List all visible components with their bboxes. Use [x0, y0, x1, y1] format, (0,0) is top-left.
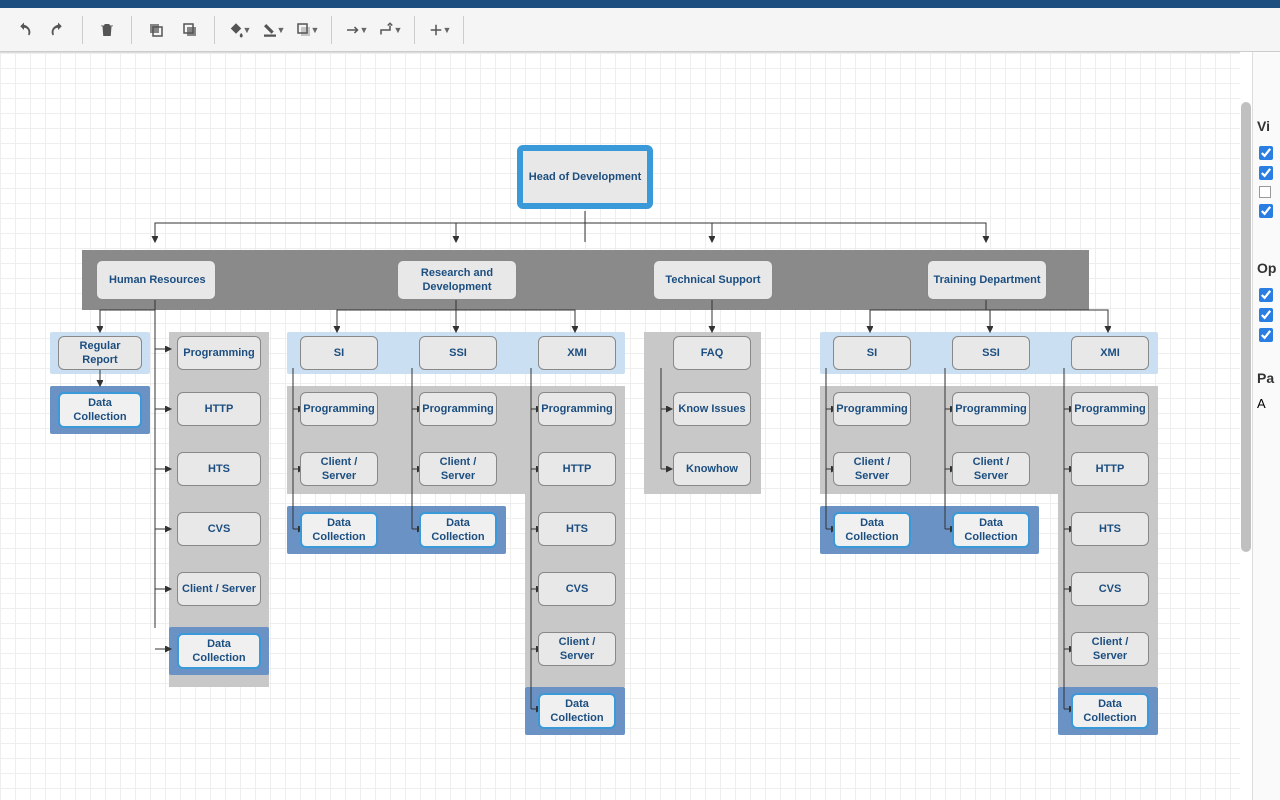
node-dept-ts[interactable]: Technical Support	[653, 260, 773, 300]
node-ts-faq[interactable]: FAQ	[673, 336, 751, 370]
node-ts-knowhow[interactable]: Knowhow	[673, 452, 751, 486]
node-td-ssi-prog[interactable]: Programming	[952, 392, 1030, 426]
redo-icon	[49, 21, 67, 39]
toolbar: ▼ ▼ ▼ ▼ ▼ ▼	[0, 8, 1280, 52]
shadow-button[interactable]: ▼	[291, 14, 323, 46]
node-rd-xmi-dc[interactable]: Data Collection	[538, 693, 616, 729]
front-icon	[147, 21, 165, 39]
panel-cb-2[interactable]	[1259, 166, 1273, 180]
node-td-si-dc[interactable]: Data Collection	[833, 512, 911, 548]
panel-cb-1[interactable]	[1259, 146, 1273, 160]
redo-button[interactable]	[42, 14, 74, 46]
node-rd-si-cs[interactable]: Client / Server	[300, 452, 378, 486]
panel-cb-6[interactable]	[1259, 308, 1273, 322]
node-td-si-cs[interactable]: Client / Server	[833, 452, 911, 486]
node-rd-si[interactable]: SI	[300, 336, 378, 370]
delete-button[interactable]	[91, 14, 123, 46]
arrow-end-button[interactable]: ▼	[340, 14, 372, 46]
connector-button[interactable]: ▼	[374, 14, 406, 46]
panel-cb-5[interactable]	[1259, 288, 1273, 302]
node-dept-hr[interactable]: Human Resources	[96, 260, 216, 300]
node-rd-xmi-hts[interactable]: HTS	[538, 512, 616, 546]
node-hr-http[interactable]: HTTP	[177, 392, 261, 426]
node-hr-cs[interactable]: Client / Server	[177, 572, 261, 606]
node-rd-xmi-prog[interactable]: Programming	[538, 392, 616, 426]
scrollbar-vertical[interactable]	[1240, 52, 1252, 780]
node-td-si[interactable]: SI	[833, 336, 911, 370]
fill-button[interactable]: ▼	[223, 14, 255, 46]
node-rd-ssi-dc[interactable]: Data Collection	[419, 512, 497, 548]
node-hr-report[interactable]: Regular Report	[58, 336, 142, 370]
node-rd-ssi[interactable]: SSI	[419, 336, 497, 370]
panel-section-page: Pa	[1253, 364, 1280, 392]
node-hr-cvs[interactable]: CVS	[177, 512, 261, 546]
node-dept-td[interactable]: Training Department	[927, 260, 1047, 300]
panel-section-options: Op	[1253, 254, 1280, 282]
node-rd-xmi[interactable]: XMI	[538, 336, 616, 370]
node-td-xmi-cs[interactable]: Client / Server	[1071, 632, 1149, 666]
node-td-xmi-hts[interactable]: HTS	[1071, 512, 1149, 546]
canvas[interactable]: Head of Development Human Resources Rese…	[0, 52, 1240, 800]
node-hr-hts[interactable]: HTS	[177, 452, 261, 486]
panel-pagesize[interactable]: A	[1253, 392, 1280, 415]
node-td-si-prog[interactable]: Programming	[833, 392, 911, 426]
trash-icon	[98, 21, 116, 39]
node-hr-prog[interactable]: Programming	[177, 336, 261, 370]
back-icon	[181, 21, 199, 39]
node-td-xmi-http[interactable]: HTTP	[1071, 452, 1149, 486]
right-panel: Vi Op Pa A	[1252, 52, 1280, 800]
node-td-ssi-cs[interactable]: Client / Server	[952, 452, 1030, 486]
panel-cb-3[interactable]	[1259, 186, 1271, 198]
scroll-thumb[interactable]	[1241, 102, 1251, 552]
panel-cb-4[interactable]	[1259, 204, 1273, 218]
diagram: Head of Development Human Resources Rese…	[0, 53, 1240, 800]
node-td-xmi-dc[interactable]: Data Collection	[1071, 693, 1149, 729]
panel-cb-7[interactable]	[1259, 328, 1273, 342]
node-rd-xmi-cvs[interactable]: CVS	[538, 572, 616, 606]
app-topbar	[0, 0, 1280, 8]
node-td-xmi-prog[interactable]: Programming	[1071, 392, 1149, 426]
node-td-xmi[interactable]: XMI	[1071, 336, 1149, 370]
node-hr-dc[interactable]: Data Collection	[58, 392, 142, 428]
node-rd-si-dc[interactable]: Data Collection	[300, 512, 378, 548]
undo-icon	[15, 21, 33, 39]
node-td-ssi[interactable]: SSI	[952, 336, 1030, 370]
node-ts-issues[interactable]: Know Issues	[673, 392, 751, 426]
bring-front-button[interactable]	[140, 14, 172, 46]
node-rd-xmi-http[interactable]: HTTP	[538, 452, 616, 486]
send-back-button[interactable]	[174, 14, 206, 46]
add-button[interactable]: ▼	[423, 14, 455, 46]
panel-section-view: Vi	[1253, 112, 1280, 140]
node-td-ssi-dc[interactable]: Data Collection	[952, 512, 1030, 548]
node-hr-dc2[interactable]: Data Collection	[177, 633, 261, 669]
node-rd-si-prog[interactable]: Programming	[300, 392, 378, 426]
node-rd-xmi-cs[interactable]: Client / Server	[538, 632, 616, 666]
undo-button[interactable]	[8, 14, 40, 46]
line-button[interactable]: ▼	[257, 14, 289, 46]
node-td-xmi-cvs[interactable]: CVS	[1071, 572, 1149, 606]
node-rd-ssi-cs[interactable]: Client / Server	[419, 452, 497, 486]
node-rd-ssi-prog[interactable]: Programming	[419, 392, 497, 426]
node-root[interactable]: Head of Development	[517, 145, 653, 209]
node-dept-rd[interactable]: Research and Development	[397, 260, 517, 300]
